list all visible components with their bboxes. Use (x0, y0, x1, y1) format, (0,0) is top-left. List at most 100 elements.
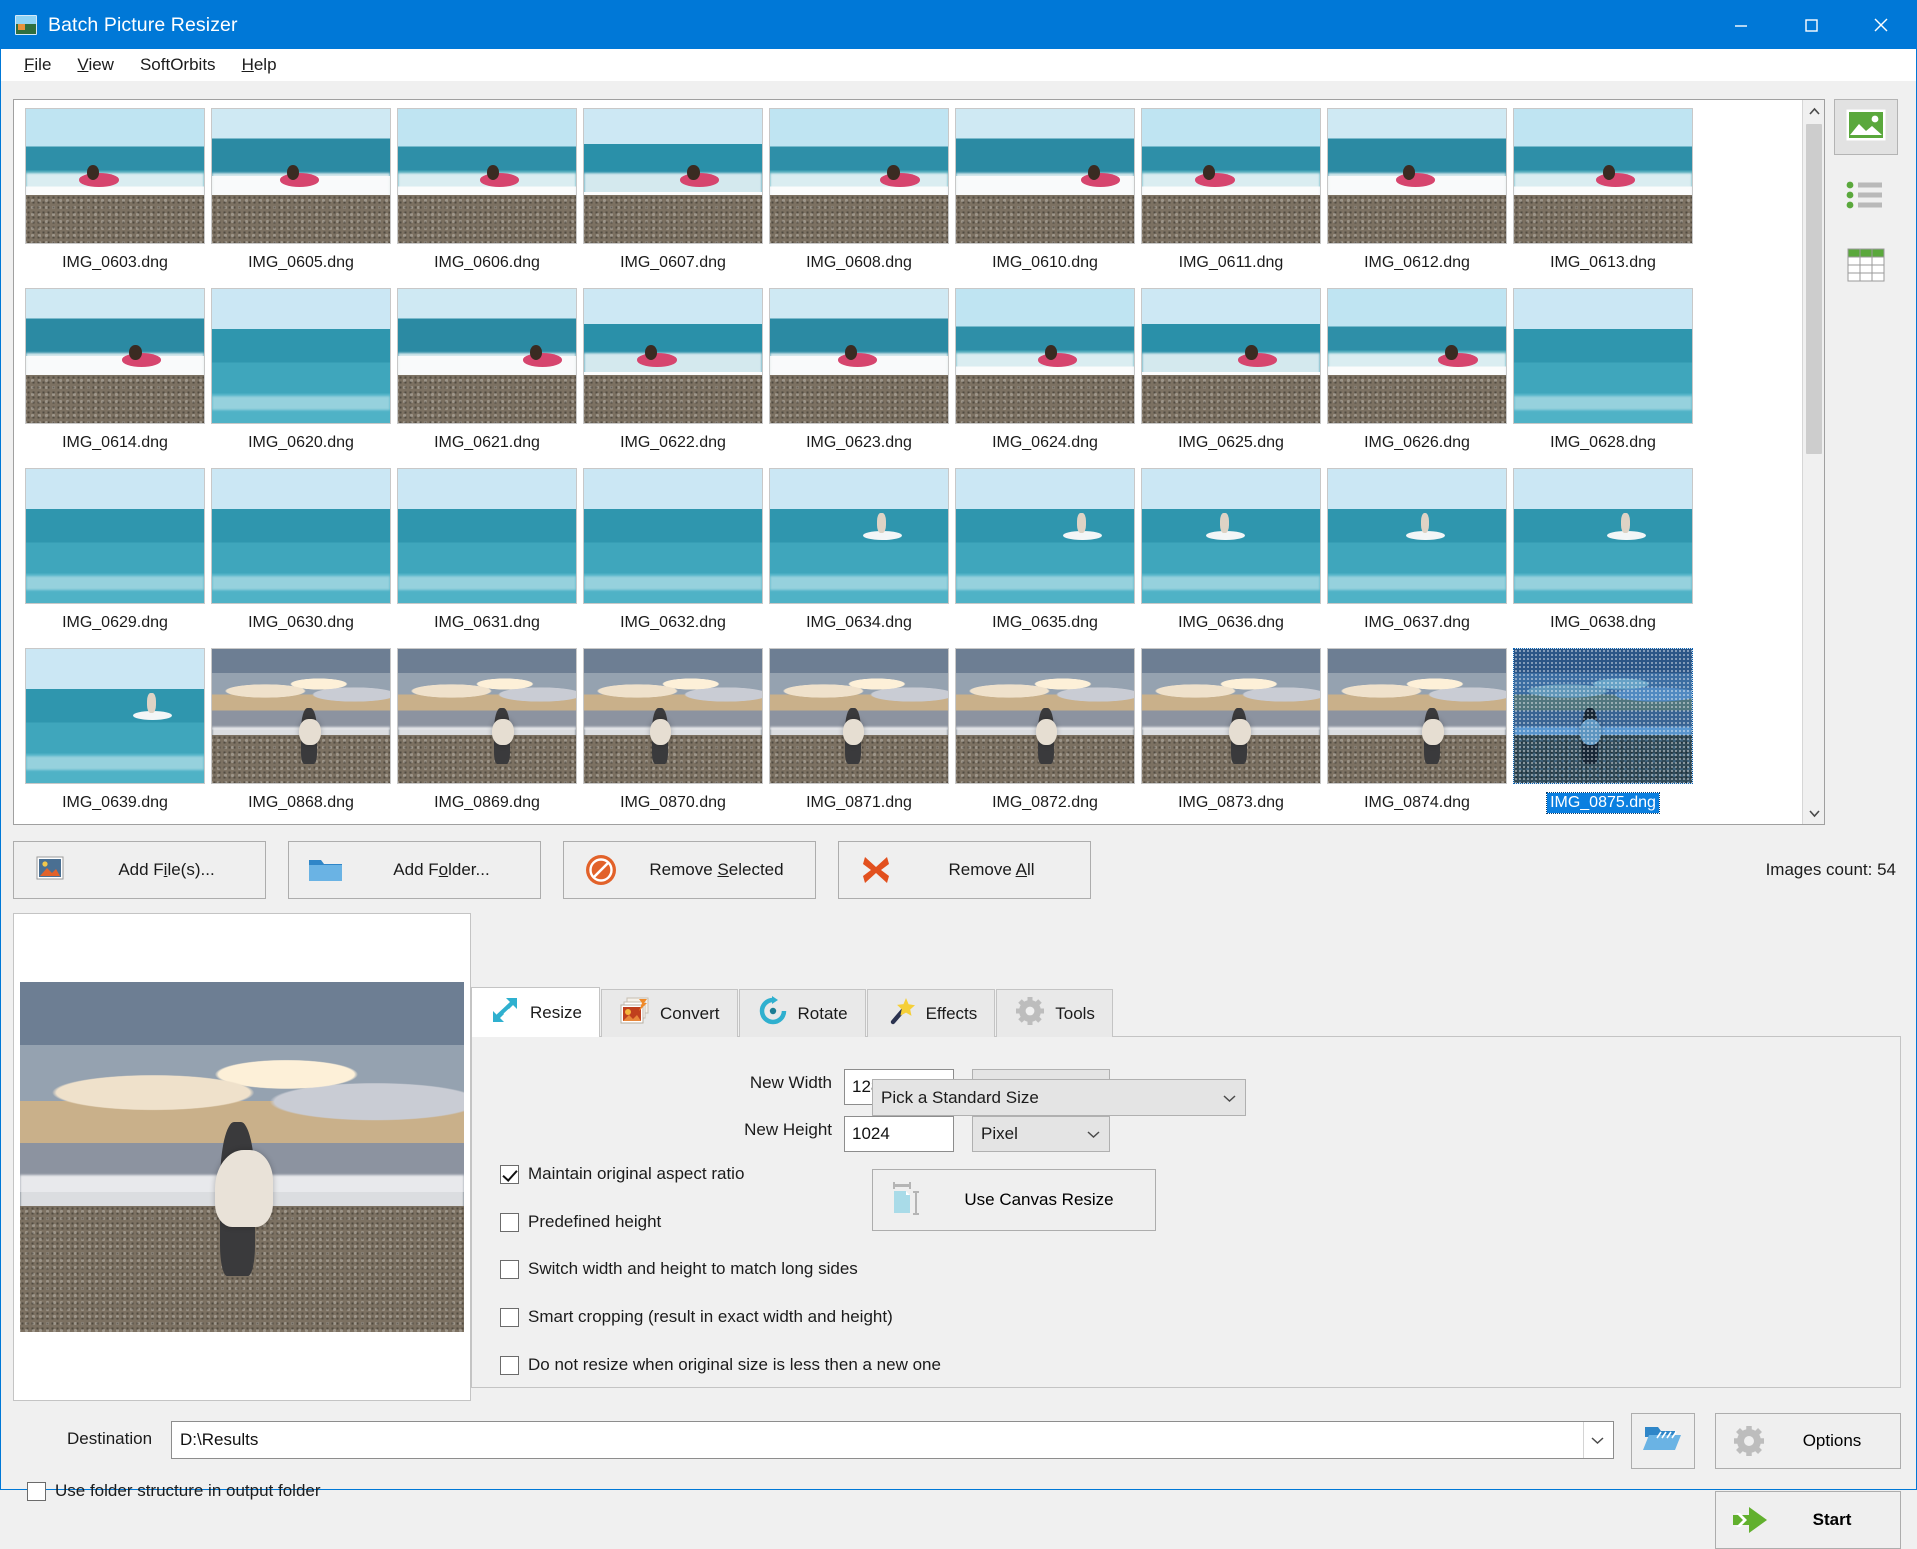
thumbnail-image[interactable] (1141, 108, 1321, 244)
checkbox-box[interactable] (500, 1164, 519, 1184)
thumbnail-image[interactable] (211, 108, 391, 244)
new-height-unit-select[interactable]: Pixel (972, 1116, 1110, 1152)
thumbnail-item[interactable]: IMG_0610.dng (952, 108, 1138, 288)
thumbnail-image[interactable] (583, 108, 763, 244)
tab-convert[interactable]: Convert (600, 989, 738, 1037)
thumbnail-image[interactable] (1513, 468, 1693, 604)
thumbnail-image[interactable] (1141, 288, 1321, 424)
remove-selected-button[interactable]: Remove Selected (563, 841, 816, 899)
thumbnail-image[interactable] (1327, 108, 1507, 244)
standard-size-select[interactable]: Pick a Standard Size (872, 1079, 1246, 1116)
minimize-icon[interactable] (1706, 1, 1776, 49)
checkbox-switch-width-height[interactable]: Switch width and height to match long si… (500, 1259, 858, 1279)
thumbnail-image[interactable] (1327, 468, 1507, 604)
thumbnail-item[interactable]: IMG_0639.dng (22, 648, 208, 824)
browse-folder-button[interactable] (1631, 1413, 1695, 1469)
checkbox-use-folder-structure[interactable]: Use folder structure in output folder (27, 1481, 321, 1501)
thumbnail-image[interactable] (1513, 288, 1693, 424)
thumbnail-item[interactable]: IMG_0608.dng (766, 108, 952, 288)
checkbox-box[interactable] (500, 1355, 519, 1375)
thumbnail-item[interactable]: IMG_0869.dng (394, 648, 580, 824)
thumbnail-item[interactable]: IMG_0872.dng (952, 648, 1138, 824)
thumbnail-image[interactable] (955, 648, 1135, 784)
checkbox-predefined-height[interactable]: Predefined height (500, 1212, 661, 1232)
add-files-button[interactable]: Add File(s)... (13, 841, 266, 899)
checkbox-do-not-resize-smaller[interactable]: Do not resize when original size is less… (500, 1355, 941, 1375)
remove-all-button[interactable]: Remove All (838, 841, 1091, 899)
tab-resize[interactable]: Resize (471, 987, 600, 1037)
scroll-down-icon[interactable] (1803, 802, 1824, 824)
thumbnail-image[interactable] (25, 288, 205, 424)
destination-input[interactable]: D:\Results (171, 1421, 1614, 1459)
thumbnail-image[interactable] (583, 468, 763, 604)
thumbnail-image[interactable] (211, 288, 391, 424)
thumbnail-image[interactable] (397, 648, 577, 784)
thumbnail-item[interactable]: IMG_0623.dng (766, 288, 952, 468)
thumbnail-item[interactable]: IMG_0871.dng (766, 648, 952, 824)
thumbnail-item[interactable]: IMG_0605.dng (208, 108, 394, 288)
thumbnail-image[interactable] (397, 468, 577, 604)
thumbnail-item[interactable]: IMG_0611.dng (1138, 108, 1324, 288)
thumbnail-item[interactable]: IMG_0637.dng (1324, 468, 1510, 648)
thumbnail-item[interactable]: IMG_0629.dng (22, 468, 208, 648)
thumbnail-item[interactable]: IMG_0620.dng (208, 288, 394, 468)
thumbnail-item[interactable]: IMG_0614.dng (22, 288, 208, 468)
thumbnail-image[interactable] (769, 288, 949, 424)
thumbnail-image[interactable] (583, 648, 763, 784)
list-view-button[interactable] (1834, 169, 1898, 225)
thumbnail-item[interactable]: IMG_0874.dng (1324, 648, 1510, 824)
checkbox-maintain-aspect-ratio[interactable]: Maintain original aspect ratio (500, 1164, 744, 1184)
thumbnail-item[interactable]: IMG_0607.dng (580, 108, 766, 288)
thumbnail-item[interactable]: IMG_0635.dng (952, 468, 1138, 648)
thumbnail-item[interactable]: IMG_0612.dng (1324, 108, 1510, 288)
new-height-input[interactable] (844, 1116, 954, 1152)
options-button[interactable]: Options (1715, 1413, 1901, 1469)
menu-item-softorbits[interactable]: SoftOrbits (127, 52, 229, 78)
thumbnail-image[interactable] (211, 648, 391, 784)
thumbnail-scrollbar[interactable] (1802, 100, 1824, 824)
thumbnail-item[interactable]: IMG_0631.dng (394, 468, 580, 648)
thumbnail-item[interactable]: IMG_0870.dng (580, 648, 766, 824)
checkbox-box[interactable] (500, 1212, 519, 1232)
thumbnail-view-button[interactable] (1834, 99, 1898, 155)
thumbnail-image[interactable] (1141, 468, 1321, 604)
thumbnail-image[interactable] (25, 648, 205, 784)
tab-rotate[interactable]: Rotate (738, 989, 866, 1037)
thumbnail-item[interactable]: IMG_0622.dng (580, 288, 766, 468)
thumbnail-item[interactable]: IMG_0868.dng (208, 648, 394, 824)
thumbnail-image[interactable] (583, 288, 763, 424)
checkbox-box[interactable] (500, 1259, 519, 1279)
thumbnail-item[interactable]: IMG_0875.dng (1510, 648, 1696, 824)
thumbnail-image[interactable] (769, 648, 949, 784)
menu-item-file[interactable]: File (11, 52, 64, 78)
thumbnail-image[interactable] (211, 468, 391, 604)
thumbnail-image[interactable] (25, 108, 205, 244)
scroll-up-icon[interactable] (1803, 100, 1824, 122)
use-canvas-resize-button[interactable]: Use Canvas Resize (872, 1169, 1156, 1231)
thumbnail-image[interactable] (1327, 648, 1507, 784)
thumbnail-grid[interactable]: IMG_0603.dng IMG_0605.dng IMG_0606.dng IMG_… (14, 100, 1802, 824)
thumbnail-item[interactable]: IMG_0638.dng (1510, 468, 1696, 648)
thumbnail-item[interactable]: IMG_0603.dng (22, 108, 208, 288)
thumbnail-item[interactable]: IMG_0634.dng (766, 468, 952, 648)
thumbnail-image[interactable] (397, 288, 577, 424)
thumbnail-image[interactable] (1327, 288, 1507, 424)
thumbnail-item[interactable]: IMG_0632.dng (580, 468, 766, 648)
checkbox-box[interactable] (500, 1307, 519, 1327)
tab-tools[interactable]: Tools (996, 989, 1113, 1037)
thumbnail-image[interactable] (955, 468, 1135, 604)
thumbnail-image[interactable] (1513, 108, 1693, 244)
thumbnail-item[interactable]: IMG_0626.dng (1324, 288, 1510, 468)
checkbox-box[interactable] (27, 1481, 46, 1501)
thumbnail-image[interactable] (397, 108, 577, 244)
start-button[interactable]: Start (1715, 1491, 1901, 1549)
thumbnail-item[interactable]: IMG_0636.dng (1138, 468, 1324, 648)
thumbnail-image[interactable] (955, 108, 1135, 244)
thumbnail-list-panel[interactable]: IMG_0603.dng IMG_0605.dng IMG_0606.dng IMG_… (13, 99, 1825, 825)
maximize-icon[interactable] (1776, 1, 1846, 49)
thumbnail-image[interactable] (955, 288, 1135, 424)
checkbox-smart-cropping[interactable]: Smart cropping (result in exact width an… (500, 1307, 893, 1327)
thumbnail-image[interactable] (769, 468, 949, 604)
tab-effects[interactable]: Effects (866, 989, 996, 1037)
thumbnail-item[interactable]: IMG_0628.dng (1510, 288, 1696, 468)
